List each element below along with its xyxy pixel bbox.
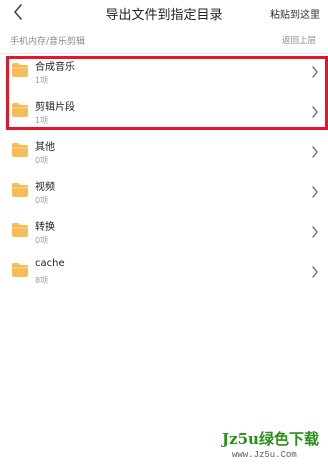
folder-icon	[12, 183, 28, 197]
folder-name: 剪辑片段	[35, 102, 75, 113]
top-bar: 导出文件到指定目录 粘贴到这里	[0, 0, 328, 26]
folder-name: cache	[35, 258, 65, 269]
folder-row[interactable]: 视频 0项	[0, 174, 328, 214]
folder-row[interactable]: cache 8项	[0, 254, 328, 294]
folder-item-count: 0项	[35, 196, 49, 205]
folder-item-count: 0项	[35, 236, 49, 245]
folder-icon	[12, 63, 28, 77]
paste-here-button[interactable]: 粘贴到这里	[270, 6, 320, 21]
folder-item-count: 1项	[35, 76, 49, 85]
watermark-brand: Jz5u绿色下载	[222, 430, 319, 448]
folder-icon	[12, 103, 28, 117]
folder-name: 视频	[35, 182, 55, 193]
watermark: Jz5u绿色下载 www.Jz5u.Com	[222, 428, 326, 472]
folder-name: 其他	[35, 142, 55, 153]
folder-row[interactable]: 转换 0项	[0, 214, 328, 254]
folder-icon	[12, 143, 28, 157]
folder-item-count: 0项	[35, 156, 49, 165]
chevron-right-icon	[312, 146, 318, 158]
folder-list: 合成音乐 1项 剪辑片段 1项 其他 0项 视频 0项 转换 0项 cache …	[0, 54, 328, 294]
watermark-url: www.Jz5u.Com	[232, 450, 297, 460]
chevron-right-icon	[312, 66, 318, 78]
folder-item-count: 8项	[35, 276, 49, 285]
folder-name: 合成音乐	[35, 62, 75, 73]
folder-item-count: 1项	[35, 116, 49, 125]
folder-name: 转换	[35, 222, 55, 233]
folder-icon	[12, 263, 28, 277]
breadcrumb: 手机内存/音乐剪辑	[10, 37, 86, 47]
folder-row[interactable]: 合成音乐 1项	[0, 54, 328, 94]
chevron-right-icon	[312, 186, 318, 198]
chevron-right-icon	[312, 266, 318, 278]
folder-row[interactable]: 剪辑片段 1项	[0, 94, 328, 134]
folder-row[interactable]: 其他 0项	[0, 134, 328, 174]
chevron-right-icon	[312, 226, 318, 238]
path-bar: 手机内存/音乐剪辑 返回上层	[0, 26, 328, 54]
chevron-right-icon	[312, 106, 318, 118]
folder-icon	[12, 223, 28, 237]
go-up-button[interactable]: 返回上层	[282, 34, 316, 46]
